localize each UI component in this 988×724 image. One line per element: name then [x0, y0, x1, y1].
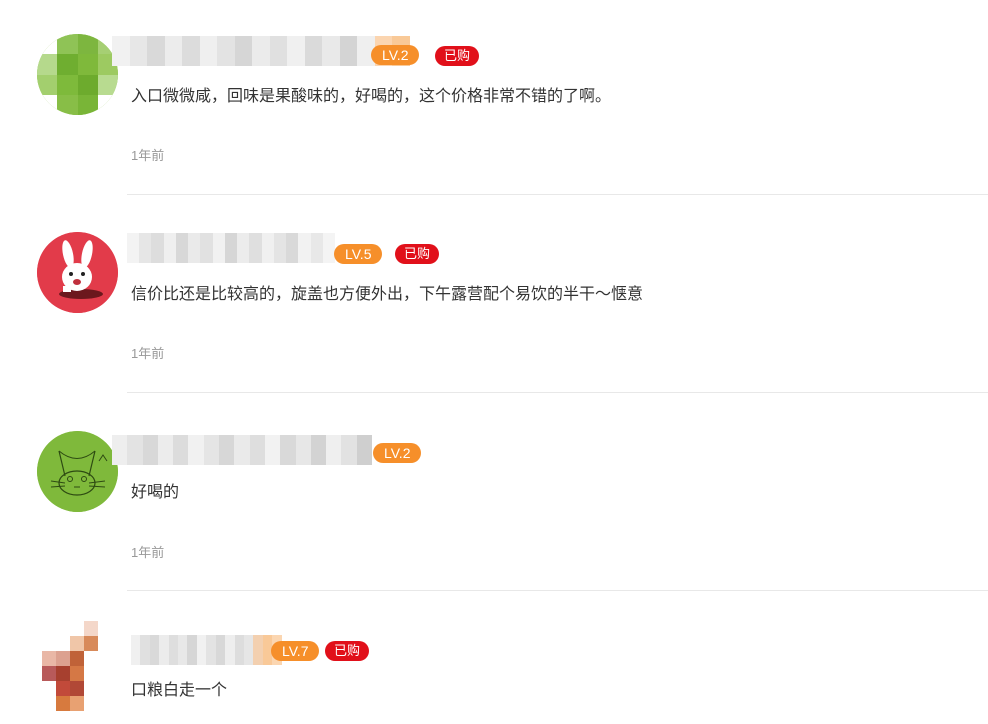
purchased-badge: 已购 [395, 244, 440, 264]
username-mosaic[interactable] [131, 635, 291, 665]
avatar[interactable] [42, 621, 112, 711]
purchased-badge: 已购 [435, 46, 480, 66]
avatar-mosaic [42, 621, 112, 711]
comment-time: 1年前 [131, 346, 165, 361]
comment-text: 入口微微咸，回味是果酸味的，好喝的，这个价格非常不错的了啊。 [131, 88, 612, 105]
comment-time: 1年前 [131, 545, 165, 560]
comment-text: 好喝的 [131, 484, 180, 501]
avatar-mosaic [37, 34, 118, 115]
username-mosaic[interactable] [112, 435, 372, 465]
username-mosaic[interactable] [112, 36, 410, 66]
comment-item: LV.2 已购 入口微微咸，回味是果酸味的，好喝的，这个价格非常不错的了啊。 1… [0, 0, 988, 195]
level-badge: LV.7 [271, 641, 320, 661]
purchased-badge: 已购 [325, 641, 370, 661]
level-badge: LV.2 [373, 443, 422, 463]
level-badge: LV.5 [334, 244, 383, 264]
avatar[interactable] [37, 34, 118, 115]
comment-item: LV.2 好喝的 1年前 [0, 393, 988, 591]
username-mosaic[interactable] [127, 233, 335, 263]
level-badge: LV.2 [371, 45, 420, 65]
comment-text: 口粮白走一个 [131, 682, 228, 699]
comment-item: LV.7 已购 口粮白走一个 [0, 591, 988, 724]
comment-item: LV.5 已购 信价比还是比较高的，旋盖也方便外出，下午露营配个易饮的半干～惬意… [0, 195, 988, 393]
avatar[interactable] [37, 431, 118, 512]
avatar[interactable] [37, 232, 118, 313]
comment-text: 信价比还是比较高的，旋盖也方便外出，下午露营配个易饮的半干～惬意 [131, 286, 644, 303]
cat-doodle-icon [37, 431, 118, 512]
comment-time: 1年前 [131, 148, 165, 163]
rabbit-icon [37, 232, 118, 313]
